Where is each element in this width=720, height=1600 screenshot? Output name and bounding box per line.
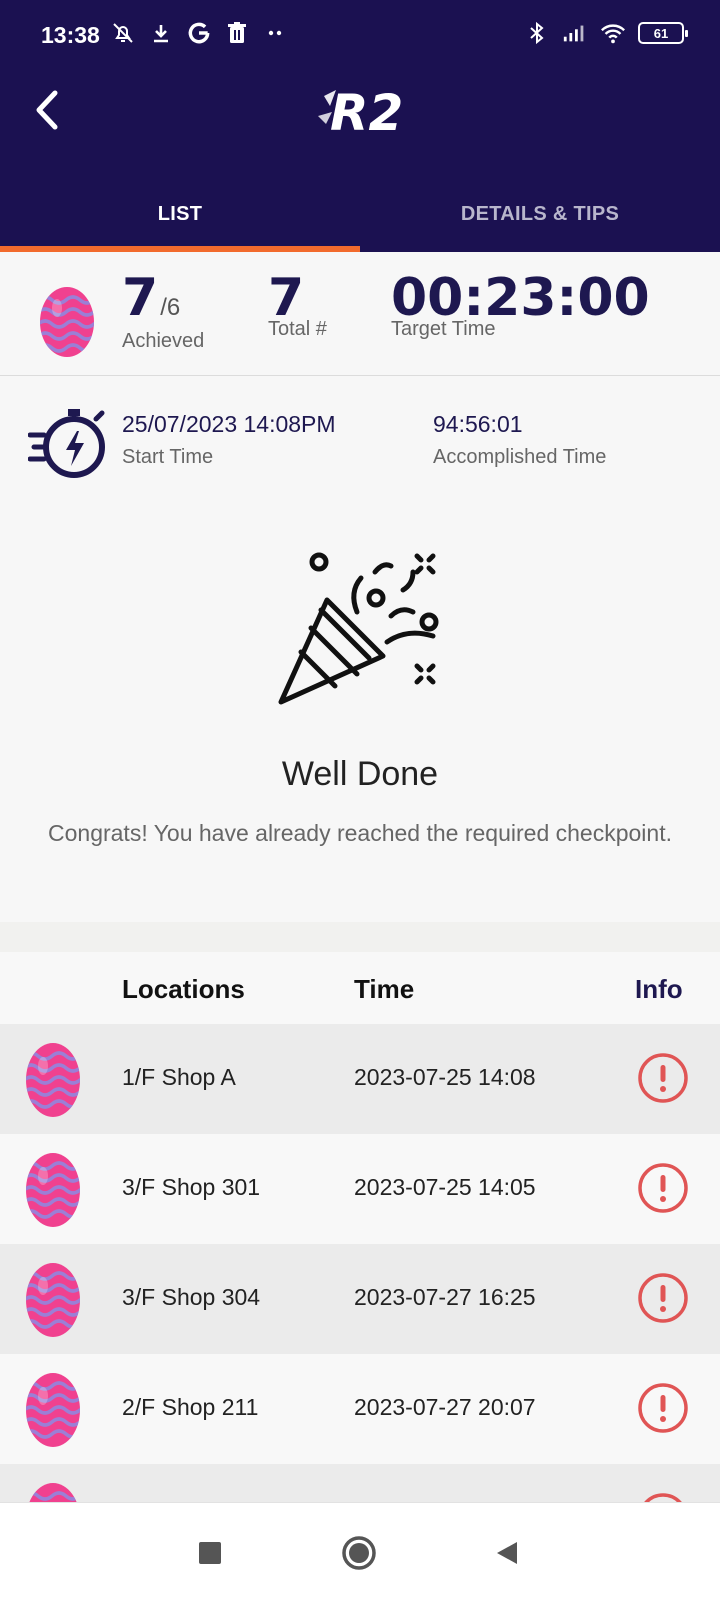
achieved-value: 7 xyxy=(122,268,159,328)
status-time: 13:38 xyxy=(41,22,100,48)
download-icon xyxy=(148,20,174,46)
achieved-denominator: /6 xyxy=(160,294,181,321)
egg-icon xyxy=(26,1153,80,1227)
app-header: 13:38 61 R2 LIST DETAILS & TIPS xyxy=(0,0,720,252)
google-icon xyxy=(186,20,212,46)
tab-details-tips-label: DETAILS & TIPS xyxy=(460,202,620,225)
column-header-locations: Locations xyxy=(122,974,245,1004)
back-button[interactable] xyxy=(26,86,66,134)
battery-level: 61 xyxy=(653,25,669,41)
status-bar: 13:38 61 xyxy=(0,0,720,70)
total-stat: 7 Total # xyxy=(268,270,327,340)
location-cell: 2/F Shop 211 xyxy=(122,1394,259,1420)
recents-square-icon xyxy=(199,1542,221,1564)
system-nav-bar xyxy=(0,1502,720,1600)
back-nav-button[interactable] xyxy=(487,1533,527,1573)
recents-button[interactable] xyxy=(190,1533,230,1573)
r2-logo: R2 xyxy=(316,76,408,146)
info-alert-icon[interactable] xyxy=(637,1272,689,1324)
battery-icon: 61 xyxy=(638,22,688,44)
signal-icon xyxy=(562,20,588,46)
mute-icon xyxy=(110,20,136,46)
target-time-stat: 00:23:00 Target Time xyxy=(391,270,650,340)
info-alert-icon[interactable] xyxy=(637,1382,689,1434)
tab-bar: LIST DETAILS & TIPS xyxy=(0,180,720,252)
svg-text:R2: R2 xyxy=(330,84,403,142)
table-header: Locations Time Info xyxy=(0,952,720,1024)
home-circle-icon xyxy=(342,1536,376,1570)
well-done-title: Well Done xyxy=(281,755,439,793)
chevron-left-icon xyxy=(36,90,58,130)
column-header-info: Info xyxy=(635,974,683,1004)
trash-icon xyxy=(224,20,250,46)
home-button[interactable] xyxy=(339,1533,379,1573)
table-row: 1/F Shop A 2023-07-25 14:08 xyxy=(0,1024,720,1134)
tab-list[interactable]: LIST xyxy=(0,180,360,252)
stats-summary: 7/6 Achieved 7 Total # 00:23:00 Target T… xyxy=(0,252,720,376)
egg-icon xyxy=(26,1373,80,1447)
time-cell: 2023-07-27 16:25 xyxy=(354,1284,536,1310)
stopwatch-icon xyxy=(28,409,105,478)
start-time-value: 25/07/2023 14:08PM xyxy=(122,411,336,437)
location-cell: 3/F Shop 304 xyxy=(122,1284,261,1310)
location-cell: 3/F Shop 301 xyxy=(122,1174,261,1200)
achieved-label: Achieved xyxy=(122,330,205,352)
total-label: Total # xyxy=(268,318,327,340)
start-time-block: 25/07/2023 14:08PM Start Time xyxy=(122,411,336,469)
section-divider xyxy=(0,922,720,952)
start-time-label: Start Time xyxy=(122,446,214,468)
table-row: 3/F Shop 304 2023-07-27 16:25 xyxy=(0,1244,720,1354)
egg-icon xyxy=(26,1263,80,1337)
achieved-stat: 7/6 Achieved xyxy=(122,268,204,352)
table-row: 3/F Shop 301 2023-07-25 14:05 xyxy=(0,1134,720,1244)
table-row: 2/F Shop 211 2023-07-27 20:07 xyxy=(0,1354,720,1464)
column-header-time: Time xyxy=(354,974,415,1004)
time-cell: 2023-07-25 14:05 xyxy=(354,1174,536,1200)
back-triangle-icon xyxy=(497,1542,517,1564)
accomplished-time-label: Accomplished Time xyxy=(433,446,607,468)
tab-details-tips[interactable]: DETAILS & TIPS xyxy=(360,180,720,252)
accomplished-time-value: 94:56:01 xyxy=(433,411,523,437)
congrats-message: Congrats! You have already reached the r… xyxy=(48,820,672,846)
egg-icon xyxy=(26,1043,80,1117)
tab-list-label: LIST xyxy=(157,202,203,225)
location-cell: 1/F Shop A xyxy=(122,1064,236,1090)
time-cell: 2023-07-27 20:07 xyxy=(354,1394,536,1420)
time-cell: 2023-07-25 14:08 xyxy=(354,1064,536,1090)
info-alert-icon[interactable] xyxy=(637,1052,689,1104)
locations-list: 1/F Shop A 2023-07-25 14:08 3/F Shop 301… xyxy=(0,1024,720,1574)
info-alert-icon[interactable] xyxy=(637,1162,689,1214)
accomplished-time-block: 94:56:01 Accomplished Time xyxy=(433,411,606,469)
congrats-panel: Well Done Congrats! You have already rea… xyxy=(0,540,720,920)
bluetooth-icon xyxy=(524,20,550,46)
wifi-icon xyxy=(600,20,626,46)
target-time-label: Target Time xyxy=(391,318,496,340)
egg-icon xyxy=(40,287,94,357)
timing-summary: 25/07/2023 14:08PM Start Time 94:56:01 A… xyxy=(0,377,720,497)
party-popper-icon xyxy=(278,552,439,705)
more-dots-icon xyxy=(262,20,288,46)
